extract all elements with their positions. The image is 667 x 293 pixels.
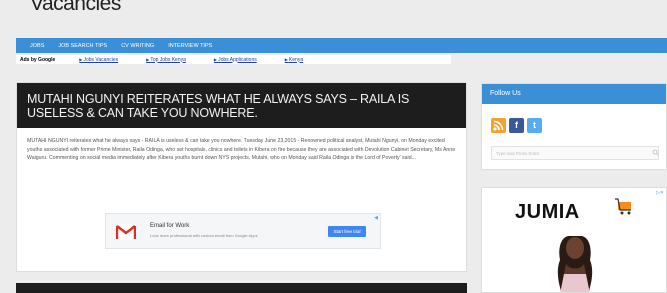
facebook-icon[interactable]: f	[509, 118, 524, 133]
model-image	[557, 236, 593, 292]
rss-icon[interactable]	[491, 118, 506, 133]
ad-close-icon[interactable]: ▷✕	[656, 190, 664, 196]
follow-us-heading: Follow Us	[482, 84, 666, 104]
sidebar-search-input[interactable]: Type and Press Enter	[491, 146, 659, 160]
ad-cta-button[interactable]: Start free trial	[328, 226, 366, 237]
main-nav: JOBS JOB SEARCH TIPS CV WRITING INTERVIE…	[16, 38, 667, 53]
social-icons: f t	[491, 118, 545, 133]
follow-us-widget: Follow Us f t Type and Press Enter	[481, 83, 667, 170]
gmail-icon	[116, 224, 136, 240]
post-card: MUTAHI NGUNYI REITERATES WHAT HE ALWAYS …	[16, 82, 467, 272]
nav-item-job-search-tips[interactable]: JOB SEARCH TIPS	[58, 43, 107, 49]
jumia-ad[interactable]: JUMIA ▷✕	[481, 187, 667, 293]
ad-link-kenya[interactable]: Kenya	[285, 57, 303, 63]
ads-by-google-label[interactable]: Ads by Google	[20, 57, 55, 63]
ad-choices-icon[interactable]: ◀	[374, 215, 378, 221]
post-title-bar: MUTAHI NGUNYI REITERATES WHAT HE ALWAYS …	[17, 83, 466, 128]
ad-description: Look more professional with custom email…	[150, 233, 258, 238]
twitter-icon[interactable]: t	[527, 118, 542, 133]
nav-item-jobs[interactable]: JOBS	[30, 43, 44, 49]
ad-link-top-jobs-kenya[interactable]: Top Jobs Kenya	[146, 57, 186, 63]
jumia-logo: JUMIA	[515, 201, 580, 223]
ad-title: Email for Work	[150, 223, 190, 229]
gmail-ad-banner[interactable]: Email for Work Look more professional wi…	[105, 213, 381, 249]
ads-link-bar: Ads by Google Jobs Vacancies Top Jobs Ke…	[16, 55, 451, 64]
nav-item-interview-tips[interactable]: INTERVIEW TIPS	[168, 43, 212, 49]
search-icon[interactable]	[652, 149, 659, 158]
post-title[interactable]: MUTAHI NGUNYI REITERATES WHAT HE ALWAYS …	[27, 92, 456, 120]
post-excerpt: MUTAHI NGUNYI reiterates what he always …	[27, 138, 456, 162]
next-post-title-bar	[16, 283, 467, 293]
ad-link-jobs-vacancies[interactable]: Jobs Vacancies	[79, 57, 118, 63]
cart-icon	[615, 198, 631, 215]
nav-item-cv-writing[interactable]: CV WRITING	[121, 43, 154, 49]
ad-link-jobs-applications[interactable]: Jobs Applications	[214, 57, 257, 63]
site-title[interactable]: Vacancies	[30, 0, 121, 16]
